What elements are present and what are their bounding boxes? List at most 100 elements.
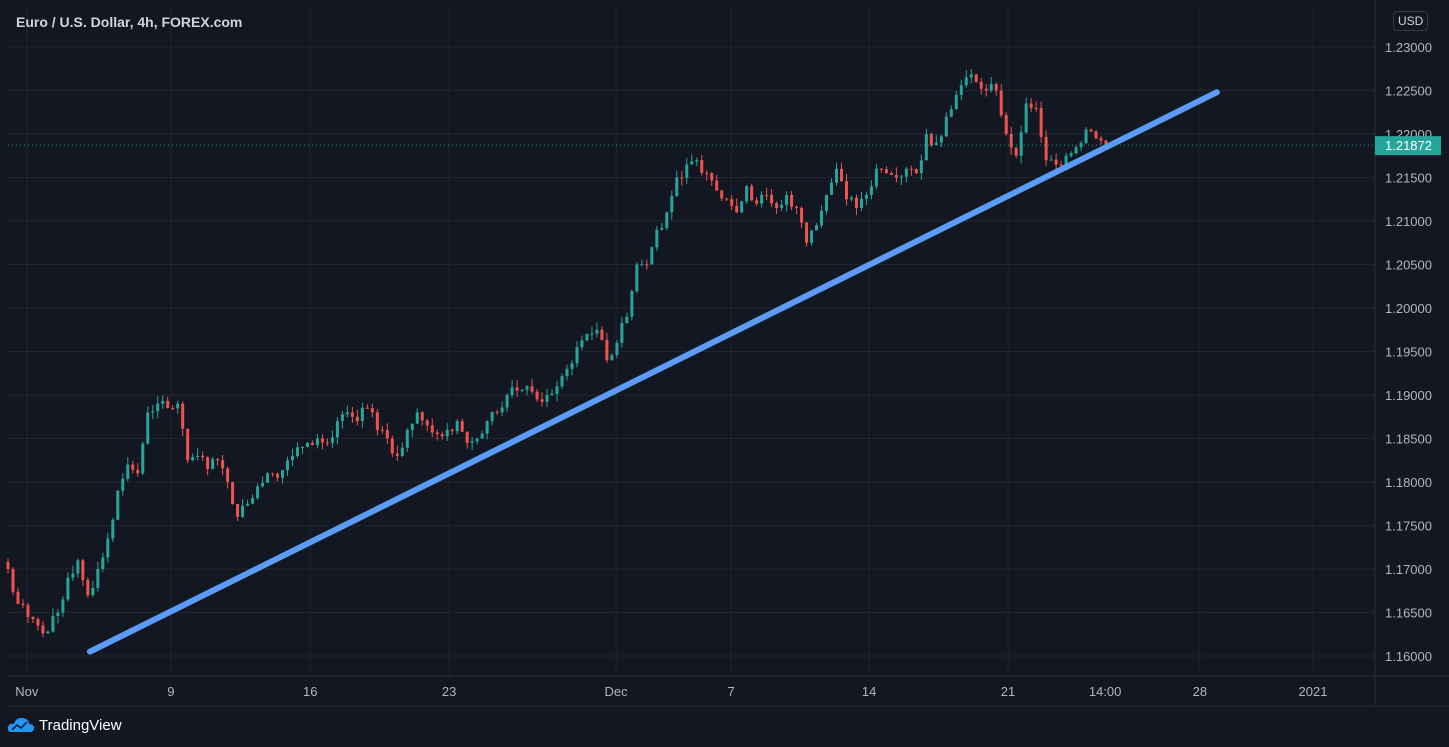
candle-up: [665, 212, 669, 228]
time-tick-label: 14:00: [1089, 684, 1122, 699]
candle-down: [884, 169, 888, 174]
candle-up: [211, 459, 215, 469]
candle-up: [635, 264, 639, 292]
candle-up: [300, 446, 304, 448]
candle-up: [869, 186, 873, 195]
time-tick-label: 21: [1001, 684, 1015, 699]
tradingview-logo[interactable]: TradingView: [7, 716, 122, 734]
candle-up: [630, 291, 634, 317]
candle-down: [894, 175, 898, 178]
candle-down: [380, 429, 384, 431]
trendline[interactable]: [86, 89, 1220, 655]
time-axis[interactable]: Nov 9 16 23 Dec 7 14 21 14:00 28 2021: [15, 684, 1327, 699]
candle-up: [560, 376, 564, 387]
candle-down: [750, 186, 754, 201]
candle-down: [645, 264, 649, 266]
candle-down: [1014, 147, 1018, 156]
candle-up: [685, 164, 689, 178]
candle-up: [570, 363, 574, 369]
candle-up: [864, 194, 868, 199]
candle-down: [680, 177, 684, 179]
candle-up: [126, 464, 130, 479]
candle-down: [81, 560, 85, 581]
price-tick-label: 1.19500: [1385, 345, 1432, 360]
candle-up: [849, 197, 853, 200]
candle-down: [350, 412, 354, 417]
candle-up: [964, 77, 968, 86]
candle-down: [1094, 131, 1098, 139]
candle-up: [340, 414, 344, 422]
candle-up: [874, 168, 878, 187]
candle-down: [535, 391, 539, 400]
candle-down: [36, 619, 40, 626]
candle-up: [650, 247, 654, 265]
candle-down: [495, 411, 499, 413]
candle-down: [715, 180, 719, 191]
price-tick-label: 1.18000: [1385, 475, 1432, 490]
candle-down: [600, 329, 604, 340]
candle-down: [271, 473, 275, 475]
candle-up: [510, 387, 514, 395]
candle-up: [76, 560, 80, 574]
candle-up: [335, 421, 339, 438]
candle-up: [415, 412, 419, 424]
candle-up: [66, 577, 70, 600]
candle-down: [131, 464, 135, 470]
candle-down: [999, 90, 1003, 116]
candle-down: [755, 200, 759, 204]
candle-down: [221, 460, 225, 469]
candle-up: [410, 423, 414, 430]
price-axis[interactable]: 1.16000 1.16500 1.17000 1.17500 1.18000 1.185…: [1385, 40, 1432, 664]
candle-up: [266, 473, 270, 483]
candle-down: [1099, 138, 1103, 141]
candle-up: [1049, 159, 1053, 161]
candle-down: [385, 430, 389, 439]
candle-up: [345, 412, 349, 415]
candle-up: [815, 225, 819, 231]
candle-down: [465, 431, 469, 443]
candle-up: [96, 569, 100, 588]
candle-up: [660, 227, 664, 230]
candle-up: [1069, 153, 1073, 156]
chart-title: Euro / U.S. Dollar, 4h, FOREX.com: [16, 14, 243, 30]
last-price-marker: 1.21872: [8, 136, 1441, 156]
candle-up: [835, 168, 839, 183]
price-chart[interactable]: 1.16000 1.16500 1.17000 1.17500 1.18000 1.185…: [0, 0, 1449, 747]
candle-up: [490, 411, 494, 422]
candle-down: [171, 408, 175, 410]
candle-up: [575, 347, 579, 364]
candle-down: [1034, 107, 1038, 109]
candle-down: [705, 172, 709, 174]
candle-up: [61, 599, 65, 613]
candle-down: [325, 442, 329, 444]
price-tick-label: 1.16000: [1385, 649, 1432, 664]
candle-up: [1019, 132, 1023, 156]
candle-down: [370, 408, 374, 413]
candle-down: [979, 81, 983, 89]
candle-up: [500, 407, 504, 413]
tradingview-cloud-icon: [7, 717, 35, 732]
time-tick-label: 9: [167, 684, 174, 699]
candle-up: [620, 323, 624, 343]
candle-up: [825, 194, 829, 211]
candle-up: [545, 395, 549, 402]
candle-up: [281, 470, 285, 478]
candle-up: [146, 412, 150, 444]
candle-down: [236, 504, 240, 517]
candle-down: [914, 169, 918, 174]
candle-up: [400, 447, 404, 456]
currency-button[interactable]: USD: [1393, 11, 1429, 31]
candle-up: [520, 389, 524, 391]
candle-up: [285, 460, 289, 471]
candle-down: [1004, 115, 1008, 134]
candle-down: [1039, 107, 1043, 137]
candle-up: [101, 557, 105, 569]
candle-down: [181, 403, 185, 429]
candle-up: [625, 316, 629, 324]
trendline-layer[interactable]: [86, 89, 1220, 655]
candle-down: [435, 432, 439, 435]
candle-up: [555, 386, 559, 394]
candle-up: [475, 438, 479, 442]
candle-down: [515, 387, 519, 391]
candle-down: [805, 222, 809, 243]
